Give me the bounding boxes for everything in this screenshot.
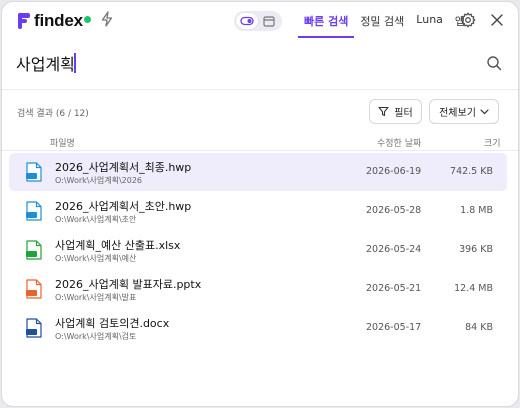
search-icon[interactable]	[486, 55, 502, 71]
lightning-icon[interactable]	[100, 11, 114, 27]
search-bar	[2, 38, 518, 90]
xlsx-file-icon	[26, 240, 42, 260]
hwp-file-icon	[26, 162, 42, 182]
chevron-down-icon	[480, 108, 489, 114]
text-caret	[74, 53, 76, 73]
file-name: 2026_사업계획서_최종.hwp	[55, 161, 192, 174]
logo-mark-icon	[18, 13, 30, 29]
file-name: 2026_사업계획서_초안.hwp	[55, 200, 192, 213]
column-header-size[interactable]: 크기	[484, 136, 501, 149]
tab-bar: 빠른 검색 정밀 검색 Luna 앱	[298, 2, 471, 38]
divider	[2, 150, 518, 151]
mode-toggle-option-window[interactable]	[258, 13, 280, 29]
top-bar: findex 빠른 검색 정밀 검색 Luna 앱	[2, 2, 518, 38]
brand-name: findex	[34, 11, 83, 30]
file-row[interactable]: 2026_사업계획서_초안.hwp O:\Work\사업계획\초안 2026-0…	[9, 192, 507, 230]
file-size: 12.4 MB	[454, 283, 493, 294]
file-date: 2026-05-17	[366, 322, 422, 333]
file-date: 2026-05-21	[366, 283, 422, 294]
app-window: findex 빠른 검색 정밀 검색 Luna 앱 사업계획 검색 결과 (6 …	[1, 1, 519, 407]
pptx-file-icon	[26, 279, 42, 299]
result-count: 검색 결과 (6 / 12)	[17, 109, 89, 119]
filter-label: 필터	[394, 108, 413, 119]
toggle-icon	[240, 16, 254, 26]
file-row[interactable]: 2026_사업계획 발표자료.pptx O:\Work\사업계획\발표 2026…	[9, 270, 507, 308]
file-size: 742.5 KB	[450, 166, 493, 177]
file-path: O:\Work\사업계획\2026	[55, 176, 142, 185]
docx-file-icon	[26, 318, 42, 338]
mode-toggle-option-switch[interactable]	[236, 13, 258, 29]
file-path: O:\Work\사업계획\초안	[55, 215, 137, 224]
status-dot-icon	[84, 16, 91, 23]
mode-toggle[interactable]	[234, 11, 282, 31]
file-path: O:\Work\사업계획\예산	[55, 254, 137, 263]
filter-button[interactable]: 필터	[369, 99, 422, 124]
file-path: O:\Work\사업계획\검토	[55, 332, 137, 341]
file-path: O:\Work\사업계획\발표	[55, 293, 137, 302]
hwp-file-icon	[26, 201, 42, 221]
tab-quick-search[interactable]: 빠른 검색	[298, 2, 355, 38]
tab-luna[interactable]: Luna	[410, 2, 449, 38]
view-all-dropdown[interactable]: 전체보기	[429, 99, 499, 124]
file-size: 84 KB	[465, 322, 493, 333]
file-row[interactable]: 2026_사업계획서_최종.hwp O:\Work\사업계획\2026 2026…	[9, 153, 507, 191]
gear-icon[interactable]	[460, 12, 476, 28]
window-icon	[263, 15, 275, 27]
file-name: 2026_사업계획 발표자료.pptx	[55, 278, 202, 291]
file-size: 396 KB	[459, 244, 493, 255]
file-row[interactable]: 사업계획 검토의견.docx O:\Work\사업계획\검토 2026-05-1…	[9, 309, 507, 347]
column-header-name[interactable]: 파일명	[50, 136, 75, 149]
view-all-label: 전체보기	[439, 108, 476, 119]
filter-icon	[378, 106, 389, 117]
file-name: 사업계획_예산 산출표.xlsx	[55, 239, 181, 252]
file-date: 2026-05-24	[366, 244, 422, 255]
file-name: 사업계획 검토의견.docx	[55, 317, 170, 330]
file-date: 2026-06-19	[366, 166, 422, 177]
tab-advanced-search[interactable]: 정밀 검색	[354, 2, 410, 38]
column-header-date[interactable]: 수정한 날짜	[377, 136, 421, 149]
file-date: 2026-05-28	[366, 205, 422, 216]
logo: findex	[18, 11, 83, 31]
file-size: 1.8 MB	[460, 205, 493, 216]
close-icon[interactable]	[490, 13, 504, 27]
search-input[interactable]	[16, 50, 456, 76]
file-row[interactable]: 사업계획_예산 산출표.xlsx O:\Work\사업계획\예산 2026-05…	[9, 231, 507, 269]
